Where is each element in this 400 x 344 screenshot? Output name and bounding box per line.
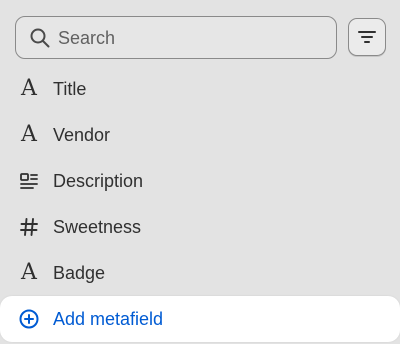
search-bar-row — [0, 0, 400, 66]
field-item-badge[interactable]: A Badge — [0, 250, 400, 296]
field-item-sweetness[interactable]: Sweetness — [0, 204, 400, 250]
field-item-label: Badge — [53, 262, 106, 283]
search-icon — [30, 28, 50, 48]
field-item-label: Sweetness — [53, 216, 142, 237]
field-item-label: Description — [53, 170, 144, 191]
plus-circle-icon — [19, 309, 39, 329]
field-item-vendor[interactable]: A Vendor — [0, 112, 400, 158]
search-field[interactable] — [15, 16, 337, 59]
text-a-icon: A — [21, 122, 37, 147]
field-item-description[interactable]: Description — [0, 158, 400, 204]
search-input[interactable] — [58, 23, 328, 53]
hashtag-icon — [17, 215, 41, 239]
filter-lines-icon — [358, 31, 376, 43]
text-a-icon: A — [21, 260, 37, 285]
field-item-title[interactable]: A Title — [0, 66, 400, 112]
paragraph-image-icon — [17, 169, 41, 193]
add-metafield-button[interactable]: Add metafield — [0, 296, 400, 342]
add-metafield-label: Add metafield — [53, 308, 164, 329]
filter-button[interactable] — [348, 18, 386, 56]
field-item-label: Vendor — [53, 124, 111, 145]
field-item-label: Title — [53, 78, 87, 99]
text-a-icon: A — [21, 76, 37, 101]
